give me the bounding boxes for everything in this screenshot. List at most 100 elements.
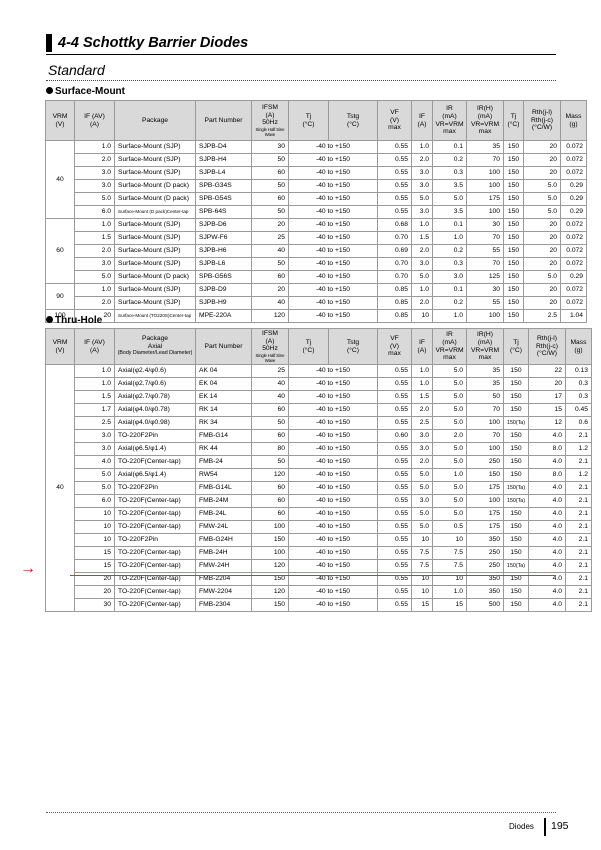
header-ir-h: IR(H) (mA) VR=VRM max (466, 100, 504, 141)
ir-h-cell: 100 (466, 309, 504, 323)
header-vf: VF (V) max (377, 100, 412, 141)
tj-cell: -40 to +150 (288, 481, 378, 495)
mass-cell: 0.6 (564, 416, 592, 430)
vf-cell: 0.55 (377, 598, 412, 612)
part-number-cell: RK 14 (195, 403, 252, 417)
tj-ir-cell: 150 (503, 218, 524, 232)
ir-h-cell: 175 (466, 520, 504, 534)
vf-if-cell: 2.0 (411, 153, 433, 167)
tj-cell: -40 to +150 (288, 533, 378, 547)
table-row: 2.0 Surface-Mount (SJP) SJPB-H9 40 -40 to +1… (46, 296, 587, 310)
subtitle-rule (46, 80, 556, 81)
ifsm-cell: 120 (251, 309, 289, 323)
table-row: 15 TO-220F(Center-tap) FMW-24H 120 -40 to +1… (46, 559, 592, 573)
tj-cell: -40 to +150 (288, 244, 378, 258)
tj-ir-cell: 150(Ta) (503, 559, 529, 573)
vf-cell: 0.70 (377, 231, 412, 245)
ifsm-cell: 60 (251, 403, 289, 417)
section-title: 4-4 Schottky Barrier Diodes (46, 34, 556, 52)
vf-cell: 0.55 (377, 364, 412, 378)
package-cell: Axial(φ2.7/φ0.6) (114, 377, 196, 391)
package-cell: Axial(φ2.7/φ0.78) (114, 390, 196, 404)
vf-if-cell: 5.0 (411, 481, 433, 495)
tj-ir-cell: 150 (503, 455, 529, 469)
rth-cell: 20 (523, 218, 561, 232)
rth-cell: 4.0 (527, 546, 566, 560)
mass-cell: 2.1 (564, 598, 592, 612)
package-cell: TO-220F2Pin (114, 481, 196, 495)
ifsm-cell: 60 (251, 166, 289, 180)
table-row: 1.7 Axial(φ4.0/φ0.78) RK 14 60 -40 to +150 0.… (46, 403, 592, 417)
package-cell: Axial(φ6.5/φ1.4) (114, 468, 196, 482)
vf-if-cell: 7.5 (411, 546, 433, 560)
ir-cell: 3.0 (432, 270, 467, 284)
table-row: 3.0 Axial(φ6.5/φ1.4) RK 44 80 -40 to +150 0.5… (46, 442, 592, 456)
ir-h-cell: 100 (466, 442, 504, 456)
tj-ir-cell: 150 (503, 257, 524, 271)
tj-cell: -40 to +150 (288, 377, 378, 391)
tj-ir-cell: 150 (503, 598, 529, 612)
table-row: 10 TO-220F(Center-tap) FMW-24L 100 -40 to +1… (46, 520, 592, 534)
ir-cell: 10 (432, 533, 467, 547)
mass-cell: 2.1 (564, 481, 592, 495)
ifsm-cell: 80 (251, 442, 289, 456)
ifsm-cell: 50 (251, 455, 289, 469)
rth-cell: 4.0 (527, 598, 566, 612)
package-cell: TO-220F2Pin (114, 429, 196, 443)
vf-cell: 0.55 (377, 377, 412, 391)
ifsm-cell: 60 (251, 494, 289, 508)
header-mass: Mass (g) (560, 100, 587, 141)
vf-cell: 0.55 (377, 205, 412, 219)
package-cell: TO-220F(Center-tap) (114, 494, 196, 508)
table-row: 10 TO-220F2Pin FMB-G24H 150 -40 to +150 0.55 1… (46, 533, 592, 547)
vf-if-cell: 5.0 (411, 468, 433, 482)
part-number-cell: SPB-G56S (195, 270, 252, 284)
header-tj-ir: Tj (°C) (503, 100, 524, 141)
package-cell: Surface-Mount (D pack) (114, 270, 196, 284)
header-vrm: VRM (V) (45, 328, 75, 365)
mass-cell: 0.13 (564, 364, 592, 378)
if-av-cell: 3.0 (74, 179, 115, 193)
mass-cell: 0.45 (564, 403, 592, 417)
vf-if-cell: 7.5 (411, 559, 433, 573)
tj-ir-cell: 150 (503, 442, 529, 456)
vf-cell: 0.68 (377, 218, 412, 232)
ir-cell: 5.0 (432, 192, 467, 206)
ir-h-cell: 175 (466, 507, 504, 521)
vf-if-cell: 5.0 (411, 507, 433, 521)
if-av-cell: 15 (74, 546, 115, 560)
rth-cell: 4.0 (527, 533, 566, 547)
if-av-cell: 10 (74, 520, 115, 534)
rth-cell: 5.0 (523, 270, 561, 284)
header-if: IF (AV) (A) (74, 328, 115, 365)
tj-cell: -40 to +150 (288, 429, 378, 443)
vf-if-cell: 2.0 (411, 455, 433, 469)
ir-h-cell: 125 (466, 270, 504, 284)
footer-rule (46, 812, 556, 813)
tj-ir-cell: 150 (503, 270, 524, 284)
part-number-cell: SJPB-H4 (195, 153, 252, 167)
if-av-cell: 1.0 (74, 283, 115, 297)
table-row: 90 1.0 Surface-Mount (SJP) SJPB-D9 20 -40 to … (45, 283, 587, 310)
ir-cell: 0.2 (432, 153, 467, 167)
vf-if-cell: 3.0 (411, 166, 433, 180)
ifsm-cell: 30 (251, 140, 289, 154)
ir-h-cell: 70 (466, 231, 504, 245)
table-row: 2.0 Surface-Mount (SJP) SJPB-H6 40 -40 to +1… (46, 244, 587, 258)
ir-h-cell: 250 (466, 559, 504, 573)
vf-cell: 0.85 (377, 296, 412, 310)
ir-h-cell: 150 (466, 468, 504, 482)
rth-cell: 20 (523, 296, 561, 310)
tj-cell: -40 to +150 (288, 390, 378, 404)
tj-ir-cell: 150 (503, 585, 529, 599)
part-number-cell: FMB-G14 (195, 429, 252, 443)
rth-cell: 20 (527, 377, 566, 391)
vrm-cell: 90 (45, 283, 75, 310)
mass-cell: 0.072 (560, 231, 587, 245)
vf-cell: 0.55 (377, 390, 412, 404)
table-row: 3.0 Surface-Mount (SJP) SJPB-L6 50 -40 to +1… (46, 257, 587, 271)
ir-h-cell: 70 (466, 429, 504, 443)
part-number-cell: FMW-24H (195, 559, 252, 573)
package-cell: Surface-Mount (D pack)Center-tap (114, 205, 196, 219)
mass-cell: 2.1 (564, 559, 592, 573)
